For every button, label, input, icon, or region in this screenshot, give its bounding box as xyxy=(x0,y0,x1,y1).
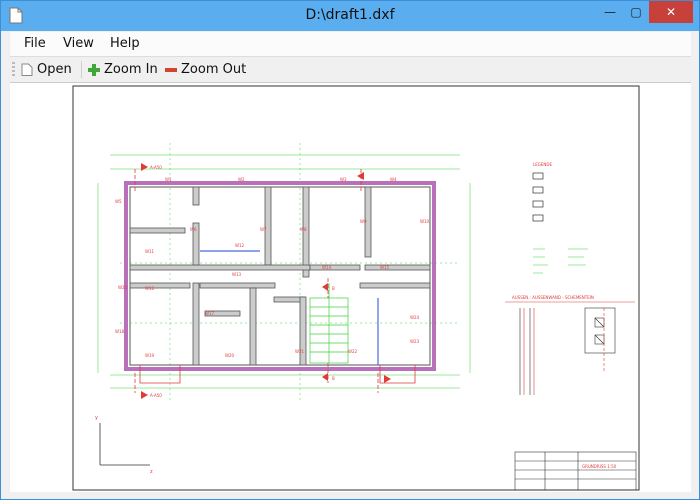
zoom-in-button[interactable]: Zoom In xyxy=(88,60,158,79)
window-title: D:\draft1.dxf xyxy=(305,7,395,23)
menu-view[interactable]: View xyxy=(63,36,94,51)
minimize-button[interactable]: — xyxy=(597,1,623,23)
dxf-drawing: A-A50 A-A50 B B W1 W2 W3 W4 W5 W6 W7 W8 … xyxy=(72,85,640,491)
room-label: W5 xyxy=(115,199,122,204)
application-window: D:\draft1.dxf — ▢ ✕ File View Help Open … xyxy=(0,0,700,500)
titleblock-text: GRUNDRISS 1:50 xyxy=(582,464,617,469)
menu-bar: File View Help xyxy=(10,32,691,56)
toolbar-separator xyxy=(81,61,82,78)
detail-title: AUSSEN.: AUSSENWAND - SCHEMENTEIN xyxy=(512,295,594,300)
room-label: W21 xyxy=(295,349,305,354)
room-label: W11 xyxy=(145,249,155,254)
room-label: W22 xyxy=(348,349,358,354)
room-label: W6 xyxy=(190,227,197,232)
zoom-out-button[interactable]: Zoom Out xyxy=(165,60,246,79)
room-label: W12 xyxy=(235,243,245,248)
room-label: W14 xyxy=(322,265,332,270)
menu-help[interactable]: Help xyxy=(110,36,140,51)
room-label: W10 xyxy=(420,219,430,224)
axis-x-label: z xyxy=(150,469,153,475)
room-label: W2 xyxy=(238,177,245,182)
maximize-button[interactable]: ▢ xyxy=(623,1,649,23)
section-mark-b-top: B xyxy=(332,286,335,291)
zoom-in-label: Zoom In xyxy=(104,62,158,77)
room-label: W16 xyxy=(145,286,155,291)
room-label: W1 xyxy=(165,177,172,182)
legend-title: LEGENDE xyxy=(533,162,552,167)
title-bar[interactable]: D:\draft1.dxf — ▢ ✕ xyxy=(1,1,699,31)
room-label: W13 xyxy=(232,272,242,277)
plus-icon xyxy=(88,63,100,76)
toolbar-grip[interactable] xyxy=(12,62,15,77)
section-mark-b-bottom: B xyxy=(332,376,335,381)
room-label: W24 xyxy=(410,315,420,320)
room-label: W23 xyxy=(410,339,420,344)
room-label: W25 xyxy=(118,285,128,290)
room-label: W20 xyxy=(225,353,235,358)
open-label: Open xyxy=(37,62,72,77)
open-button[interactable]: Open xyxy=(21,60,72,79)
toolbar: Open Zoom In Zoom Out xyxy=(10,56,691,82)
room-label: W9 xyxy=(360,219,367,224)
close-button[interactable]: ✕ xyxy=(649,1,693,23)
zoom-out-label: Zoom Out xyxy=(181,62,247,77)
room-label: W3 xyxy=(340,177,347,182)
minus-icon xyxy=(165,67,177,72)
room-label: W18 xyxy=(115,329,125,334)
section-mark-a-top: A-A50 xyxy=(150,165,162,170)
drawing-canvas[interactable]: A-A50 A-A50 B B W1 W2 W3 W4 W5 W6 W7 W8 … xyxy=(10,82,691,492)
room-label: W8 xyxy=(300,227,307,232)
axis-y-label: y xyxy=(95,415,98,421)
open-file-icon xyxy=(21,63,33,76)
room-label: W7 xyxy=(260,227,267,232)
room-label: W17 xyxy=(205,311,215,316)
section-mark-a-bottom: A-A50 xyxy=(150,393,162,398)
menu-file[interactable]: File xyxy=(24,36,46,51)
room-label: W19 xyxy=(145,353,155,358)
room-label: W4 xyxy=(390,177,397,182)
room-label: W15 xyxy=(380,265,390,270)
